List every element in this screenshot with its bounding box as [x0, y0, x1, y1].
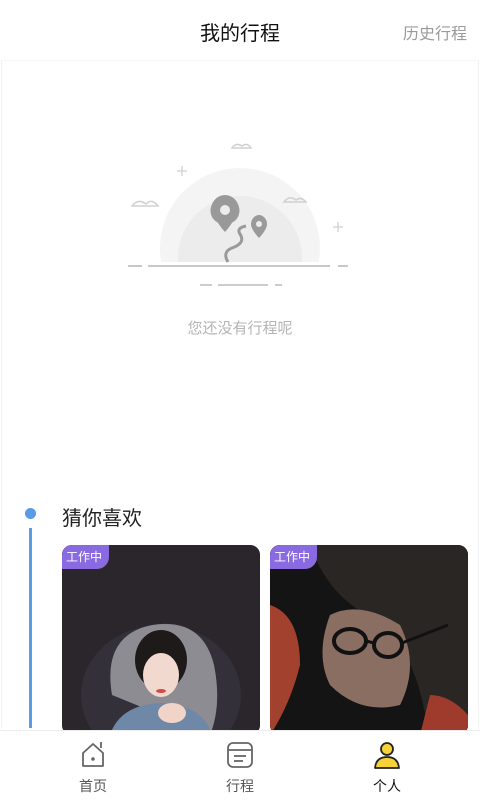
recommend-card[interactable]: 工作中	[270, 545, 468, 735]
status-badge: 工作中	[270, 545, 318, 569]
timeline-dot	[25, 508, 36, 519]
home-icon	[82, 742, 104, 767]
tab-profile[interactable]: 个人	[327, 731, 447, 801]
tab-label: 行程	[226, 779, 254, 795]
tab-home[interactable]: 首页	[33, 731, 153, 801]
profile-photo	[270, 545, 468, 735]
empty-state-message: 您还没有行程呢	[187, 319, 293, 337]
itinerary-icon	[227, 742, 253, 768]
profile-photo	[62, 545, 260, 735]
timeline-line	[29, 528, 32, 728]
section-title: 猜你喜欢	[62, 506, 142, 530]
recommend-card[interactable]: 工作中	[62, 545, 260, 735]
bottom-tab-bar: 首页 行程 个人	[0, 730, 480, 801]
person-icon	[374, 742, 400, 769]
status-badge: 工作中	[62, 545, 110, 569]
top-bar: 我的行程 历史行程	[0, 0, 480, 60]
tab-label: 个人	[373, 779, 401, 795]
tab-itinerary[interactable]: 行程	[180, 731, 300, 801]
history-trips-link[interactable]: 历史行程	[403, 20, 467, 44]
tab-label: 首页	[79, 779, 107, 795]
empty-trip-illustration	[120, 143, 360, 298]
